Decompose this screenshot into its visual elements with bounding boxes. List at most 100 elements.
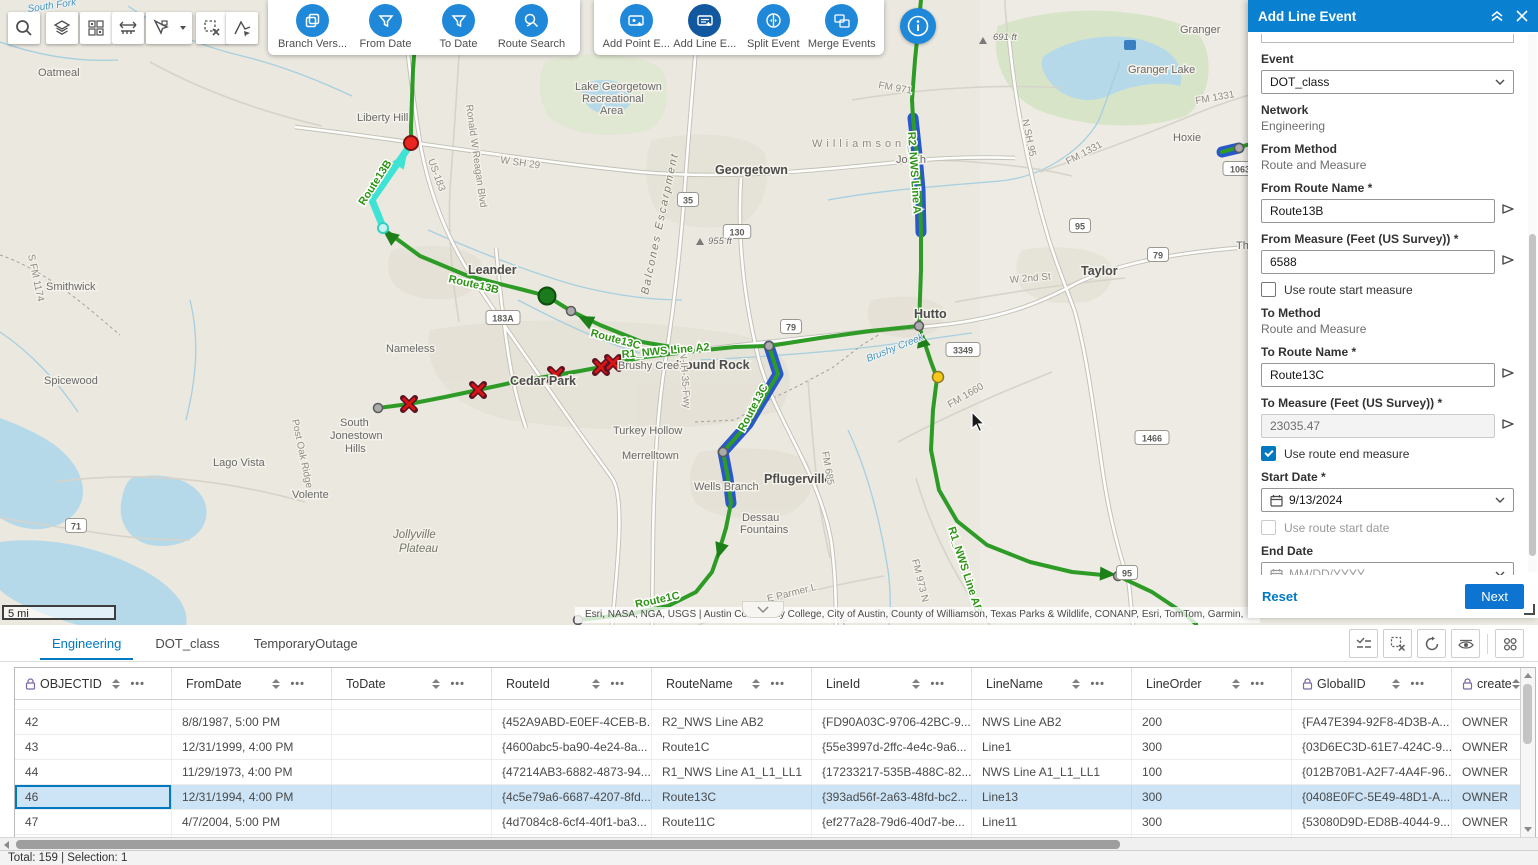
cell-routename: Route1C [652, 735, 812, 759]
panel-scrollbar[interactable] [1528, 34, 1537, 572]
collapse-panel-button[interactable] [1490, 10, 1504, 22]
search-button[interactable] [8, 12, 40, 44]
column-header[interactable]: FromDate ••• [172, 668, 332, 699]
table-options-button[interactable] [1495, 629, 1524, 658]
route-search-button[interactable]: Route Search [495, 4, 568, 50]
map-label: Lake Georgetown [575, 81, 662, 93]
column-menu-icon[interactable]: ••• [610, 678, 625, 690]
map-label: Recreational [582, 93, 644, 105]
cell-objectid[interactable]: 42 [15, 710, 172, 734]
split-event-button[interactable]: Split Event [739, 4, 808, 50]
sort-icon[interactable] [752, 679, 760, 689]
column-menu-icon[interactable]: ••• [930, 678, 945, 690]
table-row[interactable]: 43 12/31/1999, 4:00 PM {4600abc5-ba90-4e… [15, 735, 1522, 760]
add-point-event-button[interactable]: Add Point E... [602, 4, 671, 50]
cell-objectid[interactable]: 44 [15, 760, 172, 784]
column-menu-icon[interactable]: ••• [1250, 678, 1265, 690]
use-route-start-date-checkbox[interactable] [1261, 520, 1276, 535]
column-header[interactable]: GlobalID ••• [1292, 668, 1452, 699]
column-header[interactable]: RouteId ••• [492, 668, 652, 699]
column-label: create [1477, 677, 1512, 691]
cell-create: OWNER [1452, 785, 1522, 809]
from-date-button[interactable]: From Date [349, 4, 422, 50]
use-route-end-measure-checkbox[interactable] [1261, 446, 1276, 461]
add-line-event-button[interactable]: Add Line E... [671, 4, 740, 50]
basemap-button[interactable] [80, 12, 112, 44]
from-measure-input[interactable]: 6588 [1261, 250, 1495, 274]
sort-icon[interactable] [272, 679, 280, 689]
table-horizontal-scrollbar[interactable] [0, 837, 1538, 851]
tab-engineering[interactable]: Engineering [40, 627, 133, 660]
column-header[interactable]: LineName ••• [972, 668, 1132, 699]
event-select[interactable]: DOT_class [1261, 70, 1514, 94]
sort-icon[interactable] [112, 679, 120, 689]
column-header[interactable]: LineOrder ••• [1132, 668, 1292, 699]
column-header[interactable]: create ••• [1452, 668, 1522, 699]
scroll-down-arrow[interactable] [1524, 827, 1532, 832]
zoom-to-selection-button[interactable] [1451, 629, 1480, 658]
branch-versions-button[interactable]: Branch Vers... [276, 4, 349, 50]
table-row[interactable]: 46 12/31/1994, 4:00 PM {4c5e79a6-6687-42… [15, 785, 1522, 810]
measure-button[interactable] [112, 12, 144, 44]
clear-table-selection-button[interactable] [1383, 629, 1412, 658]
use-route-end-measure-row[interactable]: Use route end measure [1261, 446, 1522, 461]
column-header[interactable]: RouteName ••• [652, 668, 812, 699]
start-date-input[interactable]: 9/13/2024 [1261, 488, 1514, 512]
sort-icon[interactable] [592, 679, 600, 689]
reset-link[interactable]: Reset [1262, 589, 1465, 604]
info-button[interactable] [900, 8, 936, 44]
to-date-button[interactable]: To Date [422, 4, 495, 50]
select-tool-button[interactable] [146, 12, 192, 44]
column-menu-icon[interactable]: ••• [1410, 678, 1425, 690]
sort-icon[interactable] [432, 679, 440, 689]
sort-icon[interactable] [1392, 679, 1400, 689]
layers-button[interactable] [46, 12, 78, 44]
pick-route-icon[interactable] [1501, 366, 1515, 380]
tab-dot-class[interactable]: DOT_class [143, 627, 231, 660]
sort-icon[interactable] [912, 679, 920, 689]
table-row[interactable]: 42 8/8/1987, 5:00 PM {452A9ABD-E0EF-4CEB… [15, 710, 1522, 735]
table-row[interactable]: 47 4/7/2004, 5:00 PM {4d7084c8-6cf4-40f1… [15, 810, 1522, 835]
panel-resize-handle[interactable] [1524, 604, 1535, 615]
show-selected-records-button[interactable] [1349, 629, 1378, 658]
column-menu-icon[interactable]: ••• [450, 678, 465, 690]
map-label: Dessau [742, 512, 779, 524]
select-route-button[interactable] [226, 12, 258, 44]
column-menu-icon[interactable]: ••• [290, 678, 305, 690]
to-route-name-input[interactable]: Route13C [1261, 363, 1495, 387]
column-header[interactable]: LineId ••• [812, 668, 972, 699]
pick-route-icon[interactable] [1501, 202, 1515, 216]
cell-objectid[interactable]: 46 [15, 785, 172, 809]
scroll-left-arrow[interactable] [4, 841, 9, 849]
use-route-start-measure-row[interactable]: Use route start measure [1261, 282, 1522, 297]
use-route-start-measure-checkbox[interactable] [1261, 282, 1276, 297]
clear-selection-button[interactable] [196, 12, 228, 44]
sort-icon[interactable] [1232, 679, 1240, 689]
close-panel-button[interactable] [1516, 10, 1528, 22]
sort-icon[interactable] [1072, 679, 1080, 689]
scrollbar-thumb[interactable] [16, 840, 1120, 849]
refresh-button[interactable] [1417, 629, 1446, 658]
column-menu-icon[interactable]: ••• [130, 678, 145, 690]
merge-events-button[interactable]: Merge Events [808, 4, 877, 50]
table-vertical-scrollbar[interactable] [1520, 668, 1535, 837]
attribution-collapse-tab[interactable] [742, 601, 784, 618]
table-row[interactable]: 44 11/29/1973, 4:00 PM {47214AB3-6882-48… [15, 760, 1522, 785]
scroll-up-arrow[interactable] [1524, 673, 1532, 678]
pick-measure-icon[interactable] [1501, 253, 1515, 267]
end-date-input[interactable]: MM/DD/YYYY [1261, 562, 1514, 575]
attribution-text: Esri, NASA, NGA, USGS | Austin Community… [585, 609, 1243, 620]
column-menu-icon[interactable]: ••• [1090, 678, 1105, 690]
cell-objectid[interactable]: 43 [15, 735, 172, 759]
column-menu-icon[interactable]: ••• [770, 678, 785, 690]
tab-temporary-outage[interactable]: TemporaryOutage [242, 627, 370, 660]
from-route-name-input[interactable]: Route13B [1261, 199, 1495, 223]
scrollbar-thumb[interactable] [1529, 234, 1536, 556]
pick-measure-icon[interactable] [1501, 417, 1515, 431]
cell-objectid[interactable]: 47 [15, 810, 172, 834]
next-button[interactable]: Next [1465, 584, 1524, 609]
scrollbar-thumb[interactable] [1523, 684, 1532, 744]
column-header[interactable]: OBJECTID ••• [15, 668, 172, 699]
column-header[interactable]: ToDate ••• [332, 668, 492, 699]
cell-todate [332, 785, 492, 809]
